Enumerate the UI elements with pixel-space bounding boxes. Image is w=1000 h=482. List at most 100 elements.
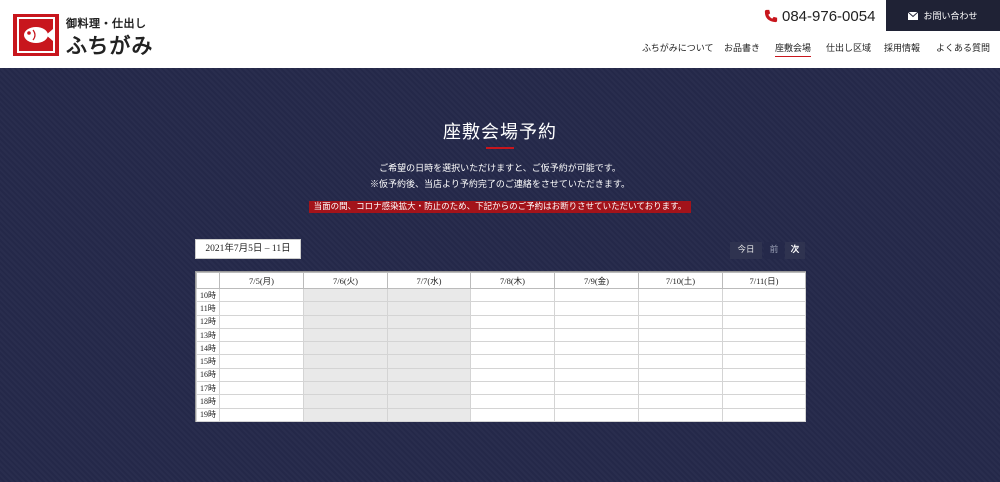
- time-slot[interactable]: [219, 354, 304, 369]
- hour-row: 19時: [196, 407, 806, 422]
- time-slot[interactable]: [554, 301, 639, 316]
- time-slot[interactable]: [554, 287, 639, 303]
- logo-subtitle: 御料理・仕出し: [66, 17, 147, 30]
- contact-button-label: お問い合わせ: [923, 12, 978, 22]
- hour-label: 14時: [196, 341, 220, 356]
- time-slot[interactable]: [638, 327, 723, 343]
- time-slot[interactable]: [219, 301, 304, 316]
- hour-row: 15時: [196, 354, 806, 369]
- nav-item-about[interactable]: ふちがみについて: [642, 43, 713, 55]
- nav-item-zashiki[interactable]: 座敷会場: [775, 43, 812, 57]
- hour-label: 11時: [196, 301, 220, 316]
- hour-row: 17時: [196, 381, 806, 396]
- time-slot[interactable]: [554, 407, 639, 422]
- time-slot-unavailable: [303, 327, 388, 343]
- time-slot[interactable]: [638, 341, 723, 356]
- site-header: 御料理・仕出し ふちがみ 084-976-0054 お問い合わせ ふちがみについ…: [0, 0, 1000, 68]
- week-range-label: 2021年7月5日 – 11日: [195, 239, 301, 259]
- time-slot[interactable]: [219, 327, 304, 343]
- phone-link[interactable]: 084-976-0054: [764, 6, 875, 26]
- nav-item-recruit[interactable]: 採用情報: [884, 43, 920, 55]
- time-slot[interactable]: [638, 394, 723, 409]
- time-slot[interactable]: [219, 394, 304, 409]
- corner-cell: [196, 272, 220, 289]
- time-slot[interactable]: [638, 381, 723, 396]
- time-slot[interactable]: [219, 407, 304, 422]
- time-slot[interactable]: [722, 287, 806, 303]
- time-slot[interactable]: [219, 341, 304, 356]
- prev-week-button[interactable]: 前: [764, 242, 784, 259]
- time-slot[interactable]: [554, 341, 639, 356]
- time-slot[interactable]: [219, 367, 304, 383]
- time-slot[interactable]: [470, 314, 555, 329]
- time-slot[interactable]: [638, 314, 723, 329]
- nav-item-delivery-area[interactable]: 仕出し区域: [826, 43, 871, 55]
- time-slot[interactable]: [219, 287, 304, 303]
- day-header: 7/10(土): [638, 272, 723, 289]
- time-slot[interactable]: [470, 341, 555, 356]
- time-slot-unavailable: [303, 367, 388, 383]
- hour-label: 17時: [196, 381, 220, 396]
- time-slot[interactable]: [722, 407, 806, 422]
- time-slot[interactable]: [470, 407, 555, 422]
- hour-label: 18時: [196, 394, 220, 409]
- next-week-button[interactable]: 次: [785, 242, 805, 259]
- time-slot-unavailable: [303, 287, 388, 303]
- time-slot[interactable]: [470, 381, 555, 396]
- time-slot[interactable]: [554, 394, 639, 409]
- nav-item-menu[interactable]: お品書き: [724, 43, 760, 55]
- time-slot[interactable]: [638, 287, 723, 303]
- time-slot[interactable]: [470, 367, 555, 383]
- hour-row: 11時: [196, 301, 806, 316]
- time-slot[interactable]: [470, 354, 555, 369]
- covid-notice: 当面の間、コロナ感染拡大・防止のため、下記からのご予約はお断りさせていただいてお…: [309, 201, 691, 213]
- time-slot[interactable]: [554, 314, 639, 329]
- time-slot[interactable]: [722, 341, 806, 356]
- time-slot[interactable]: [554, 327, 639, 343]
- hour-row: 12時: [196, 314, 806, 329]
- time-slot[interactable]: [554, 367, 639, 383]
- nav-item-faq[interactable]: よくある質問: [936, 43, 990, 55]
- time-slot[interactable]: [470, 301, 555, 316]
- hour-label: 15時: [196, 354, 220, 369]
- hour-label: 19時: [196, 407, 220, 422]
- time-slot[interactable]: [638, 301, 723, 316]
- time-slot-unavailable: [303, 301, 388, 316]
- contact-button[interactable]: お問い合わせ: [886, 0, 1000, 31]
- time-slot[interactable]: [470, 394, 555, 409]
- time-slot[interactable]: [722, 367, 806, 383]
- time-slot[interactable]: [722, 354, 806, 369]
- time-slot[interactable]: [722, 314, 806, 329]
- time-slot-unavailable: [303, 314, 388, 329]
- hour-row: 18時: [196, 394, 806, 409]
- hour-row: 10時: [196, 287, 806, 303]
- time-slot[interactable]: [722, 394, 806, 409]
- time-slot[interactable]: [722, 327, 806, 343]
- time-slot-unavailable: [387, 381, 471, 396]
- time-slot[interactable]: [554, 354, 639, 369]
- time-slot[interactable]: [219, 381, 304, 396]
- booking-calendar: 7/5(月) 7/6(火) 7/7(水) 7/8(木) 7/9(金) 7/10(…: [195, 271, 806, 422]
- time-slot[interactable]: [554, 381, 639, 396]
- day-header: 7/8(木): [470, 272, 555, 289]
- today-button[interactable]: 今日: [730, 242, 762, 259]
- time-slot[interactable]: [722, 301, 806, 316]
- day-header: 7/9(金): [554, 272, 639, 289]
- hour-row: 16時: [196, 367, 806, 383]
- time-slot[interactable]: [638, 367, 723, 383]
- time-slot[interactable]: [470, 327, 555, 343]
- phone-number: 084-976-0054: [782, 7, 876, 25]
- time-slot[interactable]: [638, 354, 723, 369]
- page-title: 座敷会場予約: [443, 122, 557, 143]
- calendar-grid: 7/5(月) 7/6(火) 7/7(水) 7/8(木) 7/9(金) 7/10(…: [196, 272, 806, 422]
- calendar-header-row: 7/5(月) 7/6(火) 7/7(水) 7/8(木) 7/9(金) 7/10(…: [196, 272, 806, 289]
- time-slot-unavailable: [387, 287, 471, 303]
- time-slot-unavailable: [387, 327, 471, 343]
- hour-label: 10時: [196, 287, 220, 303]
- time-slot[interactable]: [638, 407, 723, 422]
- time-slot[interactable]: [219, 314, 304, 329]
- hour-label: 13時: [196, 327, 220, 343]
- time-slot[interactable]: [470, 287, 555, 303]
- time-slot-unavailable: [303, 407, 388, 422]
- time-slot[interactable]: [722, 381, 806, 396]
